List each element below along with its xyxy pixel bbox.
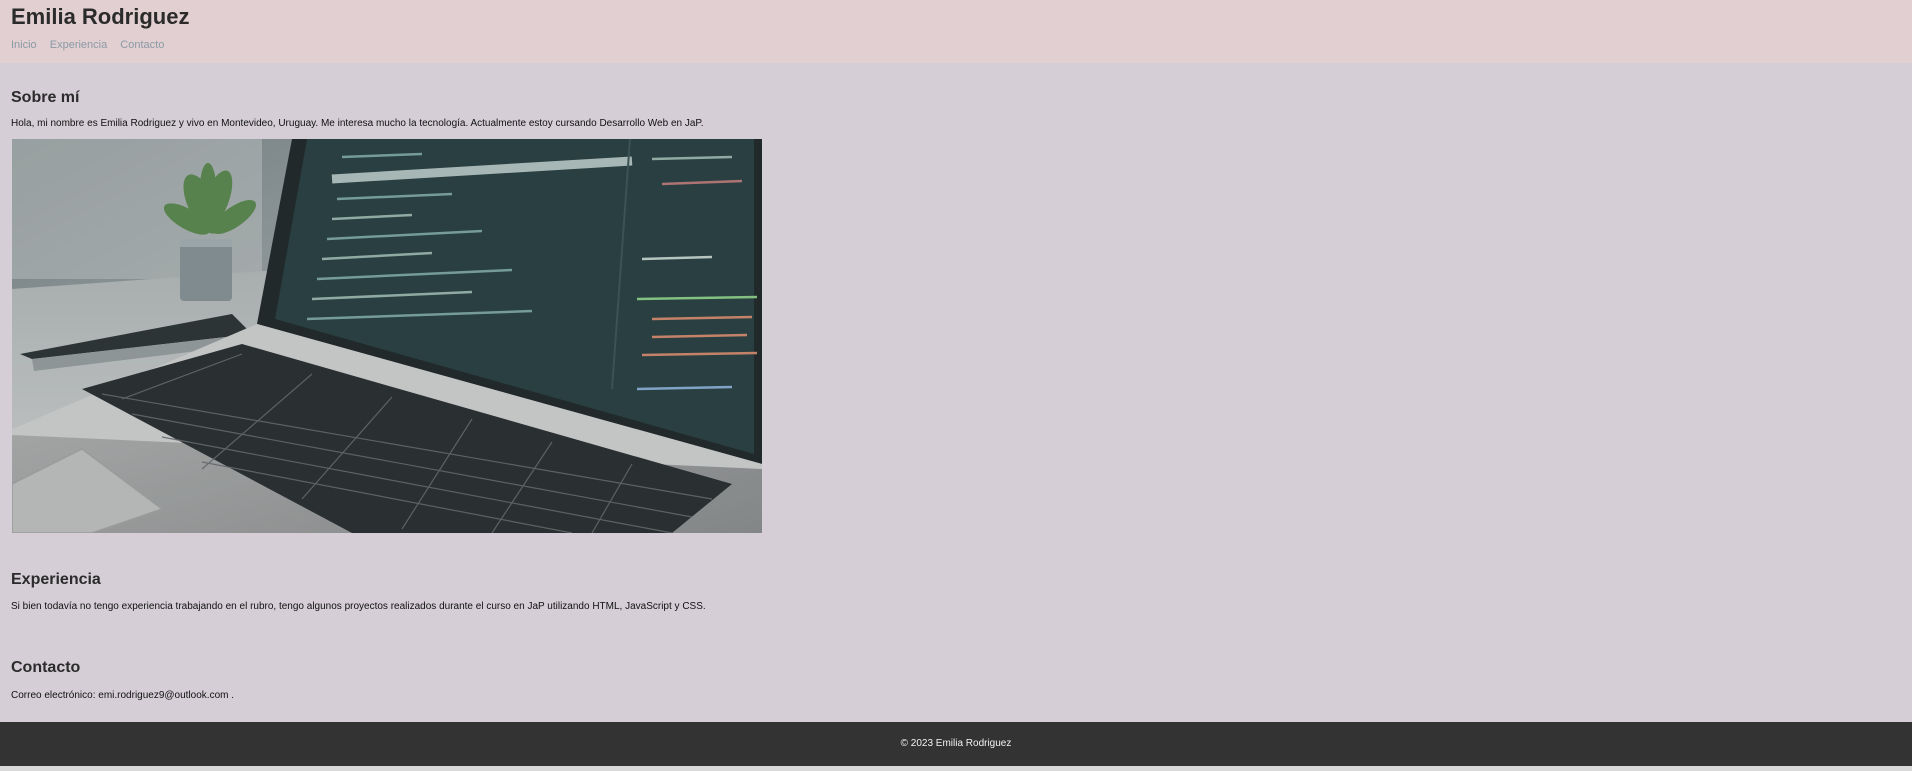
copyright-text: © 2023 Emilia Rodriguez bbox=[900, 738, 1012, 749]
nav-link-contacto[interactable]: Contacto bbox=[120, 39, 164, 51]
site-footer: © 2023 Emilia Rodriguez bbox=[0, 722, 1912, 766]
experience-heading: Experiencia bbox=[11, 571, 101, 588]
nav-link-experiencia[interactable]: Experiencia bbox=[50, 39, 107, 51]
nav-link-inicio[interactable]: Inicio bbox=[11, 39, 37, 51]
main-nav: Inicio Experiencia Contacto bbox=[11, 39, 174, 51]
about-text: Hola, mi nombre es Emilia Rodriguez y vi… bbox=[11, 118, 704, 129]
laptop-with-code-photo bbox=[12, 139, 762, 533]
laptop-illustration bbox=[12, 139, 762, 533]
contact-trailing-dot: . bbox=[231, 690, 235, 701]
contact-heading: Contacto bbox=[11, 659, 81, 676]
site-header: Emilia Rodriguez Inicio Experiencia Cont… bbox=[0, 0, 1912, 63]
bottom-strip bbox=[0, 766, 1912, 771]
about-heading: Sobre mí bbox=[11, 89, 80, 106]
experience-text: Si bien todavía no tengo experiencia tra… bbox=[11, 601, 706, 612]
contact-email-label: Correo electrónico: bbox=[11, 690, 96, 701]
contact-email-link[interactable]: emi.rodriguez9@outlook.com bbox=[98, 690, 228, 701]
contact-text: Correo electrónico: emi.rodriguez9@outlo… bbox=[11, 690, 234, 701]
site-title: Emilia Rodriguez bbox=[11, 4, 190, 29]
